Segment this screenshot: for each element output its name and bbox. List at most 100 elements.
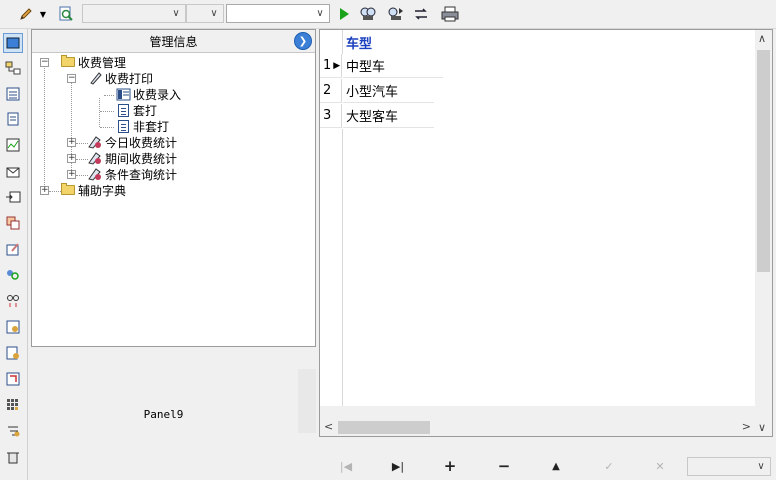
edit-record-button[interactable]: ▲ bbox=[543, 457, 569, 475]
structure-icon[interactable] bbox=[3, 58, 23, 78]
hierarchy-icon[interactable] bbox=[3, 421, 23, 441]
chevron-down-icon: ∨ bbox=[316, 8, 324, 19]
row-number: 1 bbox=[323, 58, 332, 73]
tree-node-aux-dictionary[interactable]: 辅助字典 bbox=[60, 182, 126, 198]
report-icon[interactable] bbox=[3, 343, 23, 363]
table-settings-icon[interactable] bbox=[3, 317, 23, 337]
list-icon[interactable] bbox=[3, 84, 23, 104]
table-combo[interactable]: ∨ bbox=[82, 4, 186, 23]
scroll-down-icon[interactable]: ∨ bbox=[758, 421, 766, 434]
inbox-icon[interactable] bbox=[3, 161, 23, 181]
grid-icon[interactable] bbox=[3, 395, 23, 415]
tree-node-label: 今日收费统计 bbox=[105, 135, 178, 150]
tree-panel: 管理信息 ❯ − 收费管理 − 收费打印 收费录入 套打 非套打 + 今日收费统… bbox=[31, 29, 316, 347]
grid-footer bbox=[320, 406, 755, 419]
expand-icon[interactable]: + bbox=[67, 170, 76, 179]
document-icon bbox=[115, 118, 131, 134]
scroll-left-icon[interactable]: < bbox=[324, 420, 333, 433]
user-search-icon[interactable] bbox=[3, 265, 23, 285]
run-icon[interactable] bbox=[334, 4, 354, 24]
folder-icon bbox=[60, 182, 76, 198]
document-icon bbox=[115, 102, 131, 118]
tree-line bbox=[100, 111, 114, 112]
collapse-icon[interactable]: − bbox=[67, 74, 76, 83]
tree-node-today-stats[interactable]: 今日收费统计 bbox=[87, 134, 177, 150]
field-combo[interactable]: ∨ bbox=[186, 4, 224, 23]
form-view-icon[interactable] bbox=[3, 33, 23, 53]
tree-node-fee-management[interactable]: 收费管理 bbox=[60, 54, 126, 70]
tree-node-query-stats[interactable]: 条件查询统计 bbox=[87, 166, 177, 182]
scroll-up-icon[interactable]: ∧ bbox=[758, 32, 766, 45]
grid-cell[interactable]: 中型车 bbox=[343, 54, 443, 78]
pencil-icon[interactable] bbox=[16, 4, 36, 24]
tree-node-period-stats[interactable]: 期间收费统计 bbox=[87, 150, 177, 166]
import-icon[interactable] bbox=[3, 369, 23, 389]
tree-node-fee-print[interactable]: 收费打印 bbox=[87, 70, 153, 86]
tree-node-plain-print[interactable]: 非套打 bbox=[115, 118, 169, 134]
panel-splitter[interactable] bbox=[298, 369, 316, 433]
grid-empty-area bbox=[434, 129, 754, 406]
db-navigator: |◀ ▶| + − ▲ ✓ ✕ ∨ bbox=[319, 453, 773, 480]
export-icon[interactable] bbox=[3, 187, 23, 207]
print-icon[interactable] bbox=[440, 4, 460, 24]
chevron-down-icon: ∨ bbox=[210, 8, 218, 19]
tree-node-label: 收费录入 bbox=[133, 87, 182, 102]
row-indicator[interactable]: 1 ▶ bbox=[320, 54, 342, 78]
tree-node-label: 收费打印 bbox=[105, 71, 154, 86]
tree-node-overlay-print[interactable]: 套打 bbox=[115, 102, 157, 118]
refresh-icon[interactable] bbox=[411, 4, 431, 24]
column-header-vehicle-type[interactable]: 车型 bbox=[343, 30, 434, 54]
expand-icon[interactable]: + bbox=[67, 138, 76, 147]
delete-record-button[interactable]: − bbox=[491, 457, 517, 475]
left-icon-strip bbox=[0, 29, 28, 480]
collapse-icon[interactable]: − bbox=[40, 58, 49, 67]
copy-icon[interactable] bbox=[3, 213, 23, 233]
tree-line bbox=[104, 95, 114, 96]
stats-tool-icon bbox=[87, 134, 103, 150]
vertical-scroll-thumb[interactable] bbox=[757, 50, 770, 272]
tree-line bbox=[44, 66, 45, 191]
vertical-scrollbar[interactable]: ∧ ∨ bbox=[755, 30, 772, 436]
chevron-down-icon: ∨ bbox=[172, 8, 180, 19]
cancel-record-button[interactable]: ✕ bbox=[647, 457, 673, 475]
tree-node-label: 期间收费统计 bbox=[105, 151, 178, 166]
scroll-right-icon[interactable]: > bbox=[742, 420, 751, 433]
expand-icon[interactable]: + bbox=[40, 186, 49, 195]
find-next-icon[interactable] bbox=[385, 4, 405, 24]
trash-icon[interactable] bbox=[3, 447, 23, 467]
navigator-combo[interactable]: ∨ bbox=[687, 457, 771, 476]
chart-icon[interactable] bbox=[3, 135, 23, 155]
last-record-button[interactable]: ▶| bbox=[385, 457, 411, 475]
tree-node-fee-entry[interactable]: 收费录入 bbox=[115, 86, 181, 102]
grid-column-area bbox=[343, 129, 434, 406]
find-icon[interactable] bbox=[358, 4, 378, 24]
expand-icon[interactable]: + bbox=[67, 154, 76, 163]
chevron-down-icon[interactable]: ▼ bbox=[37, 4, 49, 24]
horizontal-scroll-thumb[interactable] bbox=[338, 421, 430, 434]
post-record-button[interactable]: ✓ bbox=[596, 457, 622, 475]
grid-cell[interactable]: 小型汽车 bbox=[343, 79, 434, 103]
row-header-area bbox=[320, 129, 343, 406]
tree-panel-header: 管理信息 ❯ bbox=[32, 30, 315, 53]
tree-node-label: 套打 bbox=[133, 103, 158, 118]
document-icon[interactable] bbox=[3, 109, 23, 129]
value-combo[interactable]: ∨ bbox=[226, 4, 330, 23]
row-indicator[interactable]: 3 bbox=[320, 104, 342, 128]
tree-node-label: 收费管理 bbox=[78, 55, 127, 70]
tree-line bbox=[100, 127, 114, 128]
row-indicator[interactable]: 2 bbox=[320, 79, 342, 103]
tool-icon bbox=[87, 70, 103, 86]
relations-icon[interactable] bbox=[3, 291, 23, 311]
tree-line bbox=[99, 98, 100, 127]
search-doc-icon[interactable] bbox=[56, 4, 76, 24]
collapse-panel-icon[interactable]: ❯ bbox=[294, 32, 312, 50]
insert-record-button[interactable]: + bbox=[437, 457, 463, 475]
first-record-button[interactable]: |◀ bbox=[333, 457, 359, 475]
tree-panel-title: 管理信息 bbox=[149, 34, 198, 49]
edit-form-icon[interactable] bbox=[3, 239, 23, 259]
row-number: 2 bbox=[323, 83, 332, 98]
stats-tool-icon bbox=[87, 166, 103, 182]
grid-cell[interactable]: 大型客车 bbox=[343, 104, 434, 128]
horizontal-scrollbar[interactable]: < > bbox=[320, 419, 755, 436]
main-toolbar: ▼ ∨ ∨ ∨ bbox=[0, 0, 776, 29]
